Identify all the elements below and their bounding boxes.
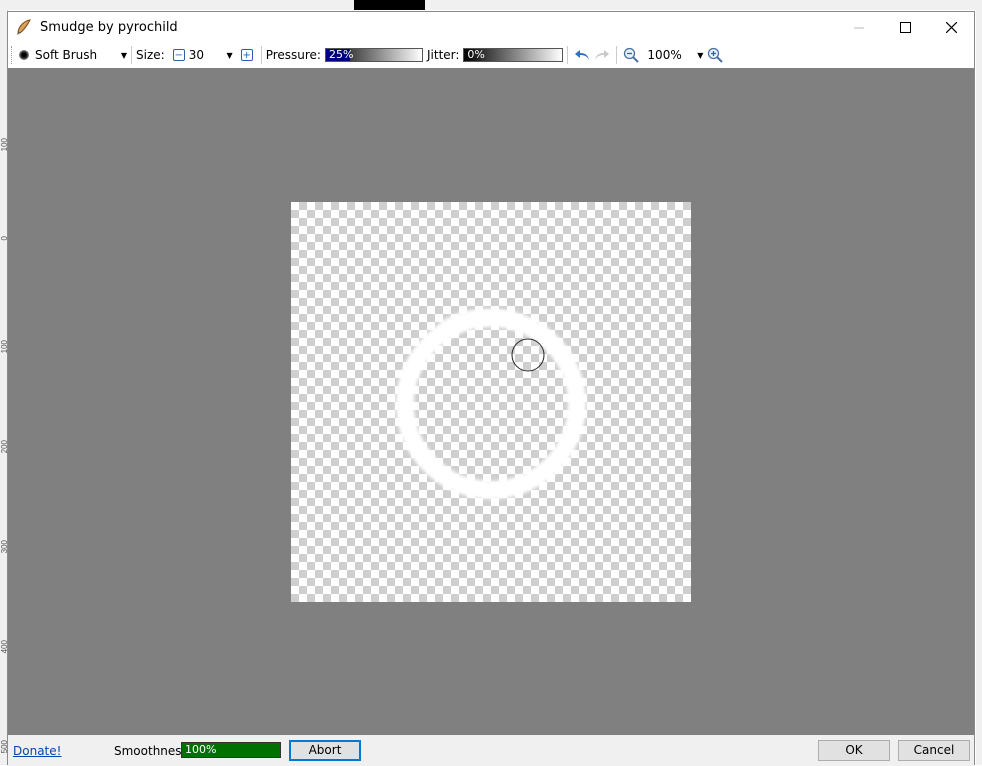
white-ring: [396, 309, 586, 499]
pressure-value: 25%: [328, 48, 354, 61]
undo-icon: [575, 50, 590, 60]
toolbar-separator: [131, 46, 132, 64]
minimize-button[interactable]: [836, 12, 882, 42]
smudge-dialog: Smudge by pyrochild Soft Brush ▼ Size: −…: [7, 11, 975, 766]
smudge-app-icon: [17, 19, 31, 35]
size-dropdown[interactable]: 30 ▼: [189, 48, 233, 62]
zoom-value: 100%: [647, 48, 682, 62]
chevron-down-icon: ▼: [697, 50, 704, 60]
maximize-icon: [899, 21, 911, 33]
title-bar[interactable]: Smudge by pyrochild: [8, 12, 974, 42]
maximize-button[interactable]: [882, 12, 928, 42]
undo-button[interactable]: [572, 45, 592, 65]
abort-button[interactable]: Abort: [289, 740, 361, 761]
redo-button[interactable]: [592, 45, 612, 65]
toolbar-separator: [260, 46, 262, 64]
close-icon: [945, 21, 957, 33]
pressure-slider[interactable]: 25%: [324, 48, 423, 62]
brush-dropdown[interactable]: Soft Brush ▼: [19, 48, 127, 62]
size-decrease-button[interactable]: −: [172, 49, 185, 61]
chevron-down-icon: ▼: [120, 50, 127, 60]
toolbar-separator: [567, 46, 569, 64]
smoothness-slider[interactable]: 100%: [181, 742, 281, 758]
jitter-label: Jitter:: [426, 48, 460, 62]
zoom-in-icon: [708, 47, 724, 63]
toolbar: Soft Brush ▼ Size: − 30 ▼ + Pressure: 25…: [8, 42, 974, 69]
redo-icon: [595, 50, 610, 60]
jitter-value: 0%: [467, 48, 485, 61]
bottom-bar: Donate! Smoothness: 100% Abort OK Cancel: [8, 735, 974, 766]
size-increase-button[interactable]: +: [240, 49, 253, 61]
ok-button[interactable]: OK: [818, 740, 890, 761]
zoom-in-button[interactable]: [705, 45, 725, 65]
zoom-out-icon: [624, 47, 640, 63]
background-image-tab: [354, 0, 425, 10]
toolbar-separator: [616, 46, 618, 64]
smudged-ring-artwork: [396, 307, 586, 499]
brush-cursor: [511, 338, 545, 372]
minimize-icon: [853, 27, 864, 28]
size-label: Size:: [136, 48, 165, 62]
size-value: 30: [188, 48, 204, 62]
soft-brush-icon: [19, 50, 29, 60]
cancel-button[interactable]: Cancel: [898, 740, 970, 761]
zoom-out-button[interactable]: [621, 45, 641, 65]
jitter-slider[interactable]: 0%: [463, 48, 564, 62]
chevron-down-icon: ▼: [226, 50, 233, 60]
background-app-edge: [976, 10, 982, 765]
close-button[interactable]: [928, 12, 974, 42]
zoom-dropdown[interactable]: 100% ▼: [647, 48, 703, 62]
smoothness-value: 100%: [185, 743, 217, 756]
image-canvas[interactable]: [291, 202, 691, 602]
background-app-titlebar: [0, 0, 982, 10]
canvas-workspace[interactable]: [8, 68, 974, 735]
pressure-label: Pressure:: [265, 48, 321, 62]
brush-label: Soft Brush: [35, 48, 98, 62]
window-title: Smudge by pyrochild: [40, 19, 178, 35]
donate-link[interactable]: Donate!: [13, 744, 61, 758]
toolbar-grip[interactable]: [11, 46, 15, 64]
